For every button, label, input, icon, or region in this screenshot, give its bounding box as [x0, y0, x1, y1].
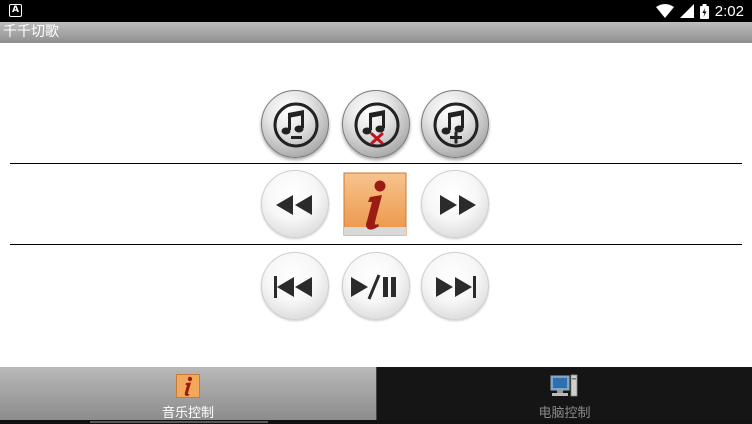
rewind-icon [276, 195, 312, 215]
info-button[interactable] [343, 172, 407, 236]
divider-2 [10, 244, 742, 245]
info-icon [176, 374, 200, 398]
wifi-icon [655, 4, 674, 18]
next-track-button[interactable] [421, 252, 489, 320]
music-note-mute-icon [354, 102, 400, 148]
battery-icon [699, 3, 709, 19]
app-title: 千千切歌 [0, 22, 752, 43]
volume-up-button[interactable] [421, 90, 489, 158]
computer-icon [550, 374, 578, 397]
skip-previous-icon [274, 276, 312, 298]
previous-track-button[interactable] [261, 252, 329, 320]
bottom-tab-bar: 音乐控制 电脑控制 [0, 367, 752, 424]
tab-computer-control[interactable]: 电脑控制 [376, 367, 752, 421]
nav-indicator [90, 421, 268, 423]
mute-button[interactable] [342, 90, 410, 158]
tab-music-control[interactable]: 音乐控制 [0, 367, 376, 421]
play-pause-button[interactable] [342, 252, 410, 320]
fast-forward-icon [440, 195, 476, 215]
rewind-button[interactable] [261, 170, 329, 238]
signal-icon [679, 4, 694, 18]
app-notification-icon: A [9, 4, 22, 17]
tab-label-music-control: 音乐控制 [161, 406, 214, 421]
play-pause-icon [351, 274, 396, 300]
divider-1 [10, 163, 742, 164]
status-bar: A 2:02 [0, 0, 752, 22]
volume-down-button[interactable] [261, 90, 329, 158]
music-note-plus-icon [433, 102, 479, 148]
tab-label-computer-control: 电脑控制 [538, 406, 591, 421]
info-icon [343, 172, 407, 236]
status-indicators: 2:02 [655, 2, 744, 20]
skip-next-icon [436, 276, 476, 298]
music-note-minus-icon [273, 102, 319, 148]
status-time: 2:02 [714, 2, 744, 20]
fast-forward-button[interactable] [421, 170, 489, 238]
